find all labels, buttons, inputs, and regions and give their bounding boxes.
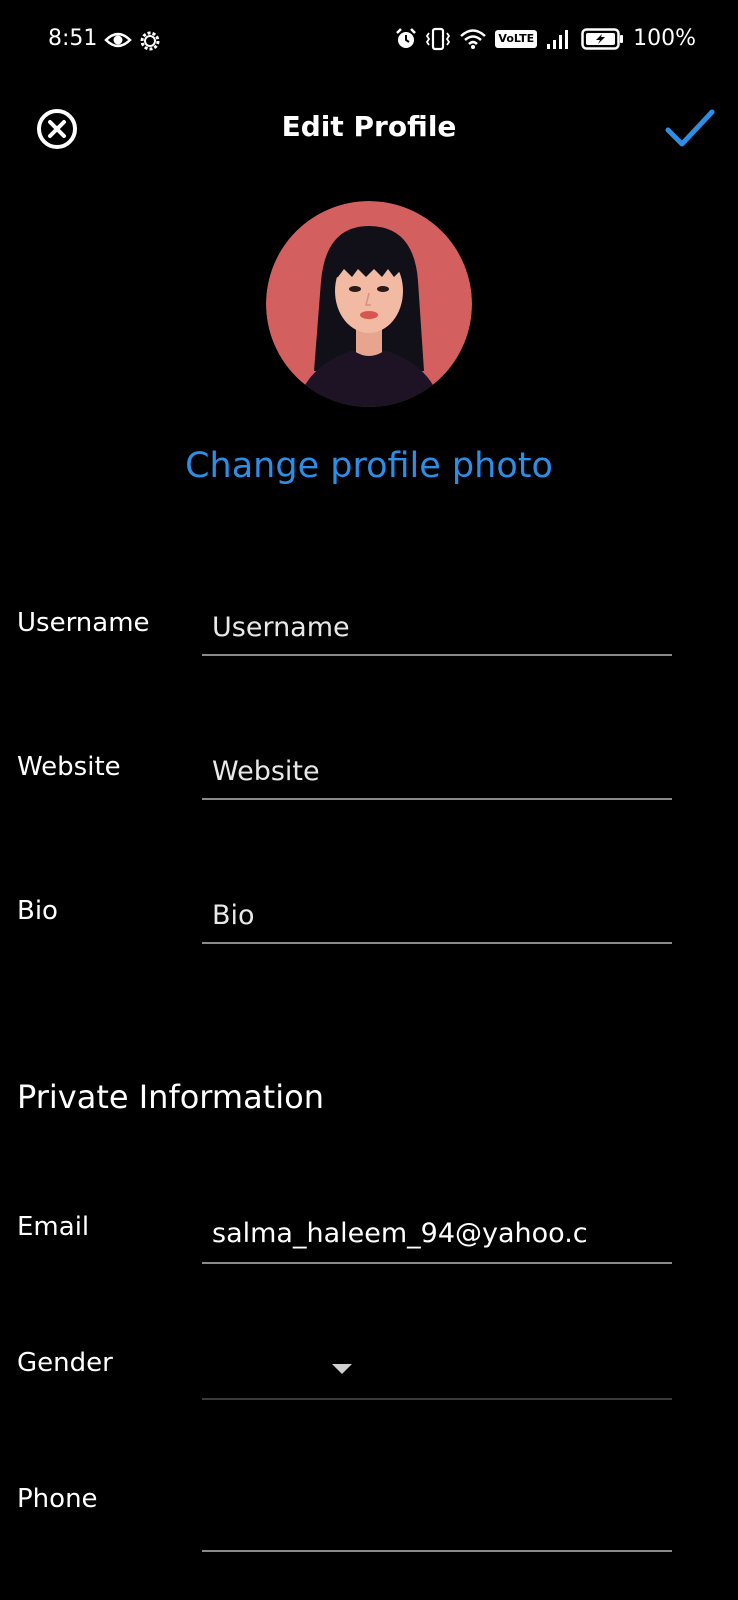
signal-icon	[547, 29, 569, 49]
username-label: Username	[17, 608, 150, 638]
checkmark-icon	[665, 109, 715, 147]
gender-select[interactable]	[202, 1328, 672, 1400]
vibrate-icon	[426, 27, 451, 50]
woman-avatar-illustration	[266, 201, 472, 407]
gender-label: Gender	[17, 1348, 113, 1378]
status-bar: 8:51 VoLTE 100%	[0, 0, 738, 84]
email-label: Email	[17, 1212, 90, 1242]
website-label: Website	[17, 752, 121, 782]
username-input[interactable]	[202, 600, 672, 656]
settings-gear-icon	[140, 31, 160, 51]
bio-label: Bio	[17, 896, 58, 926]
app-header: Edit Profile	[0, 90, 738, 160]
phone-label: Phone	[17, 1484, 98, 1514]
battery-charging-icon	[581, 27, 624, 50]
eye-icon	[104, 32, 132, 48]
change-profile-photo-link[interactable]: Change profile photo	[0, 446, 738, 486]
save-button[interactable]	[664, 104, 716, 152]
email-input[interactable]	[202, 1204, 672, 1264]
battery-percentage: 100%	[633, 26, 696, 51]
volte-icon: VoLTE	[495, 29, 538, 48]
status-right-icons: VoLTE 100%	[395, 26, 696, 51]
phone-underline	[202, 1550, 672, 1552]
status-left-icons	[104, 29, 162, 53]
page-title: Edit Profile	[281, 110, 457, 143]
bio-input[interactable]	[202, 888, 672, 944]
dropdown-arrow-icon	[332, 1364, 352, 1374]
phone-input[interactable]	[202, 1478, 672, 1550]
wifi-icon	[460, 28, 487, 49]
website-input[interactable]	[202, 744, 672, 800]
avatar[interactable]	[266, 201, 472, 407]
status-time: 8:51	[48, 26, 98, 51]
private-information-heading: Private Information	[17, 1078, 324, 1116]
alarm-icon	[396, 27, 417, 48]
